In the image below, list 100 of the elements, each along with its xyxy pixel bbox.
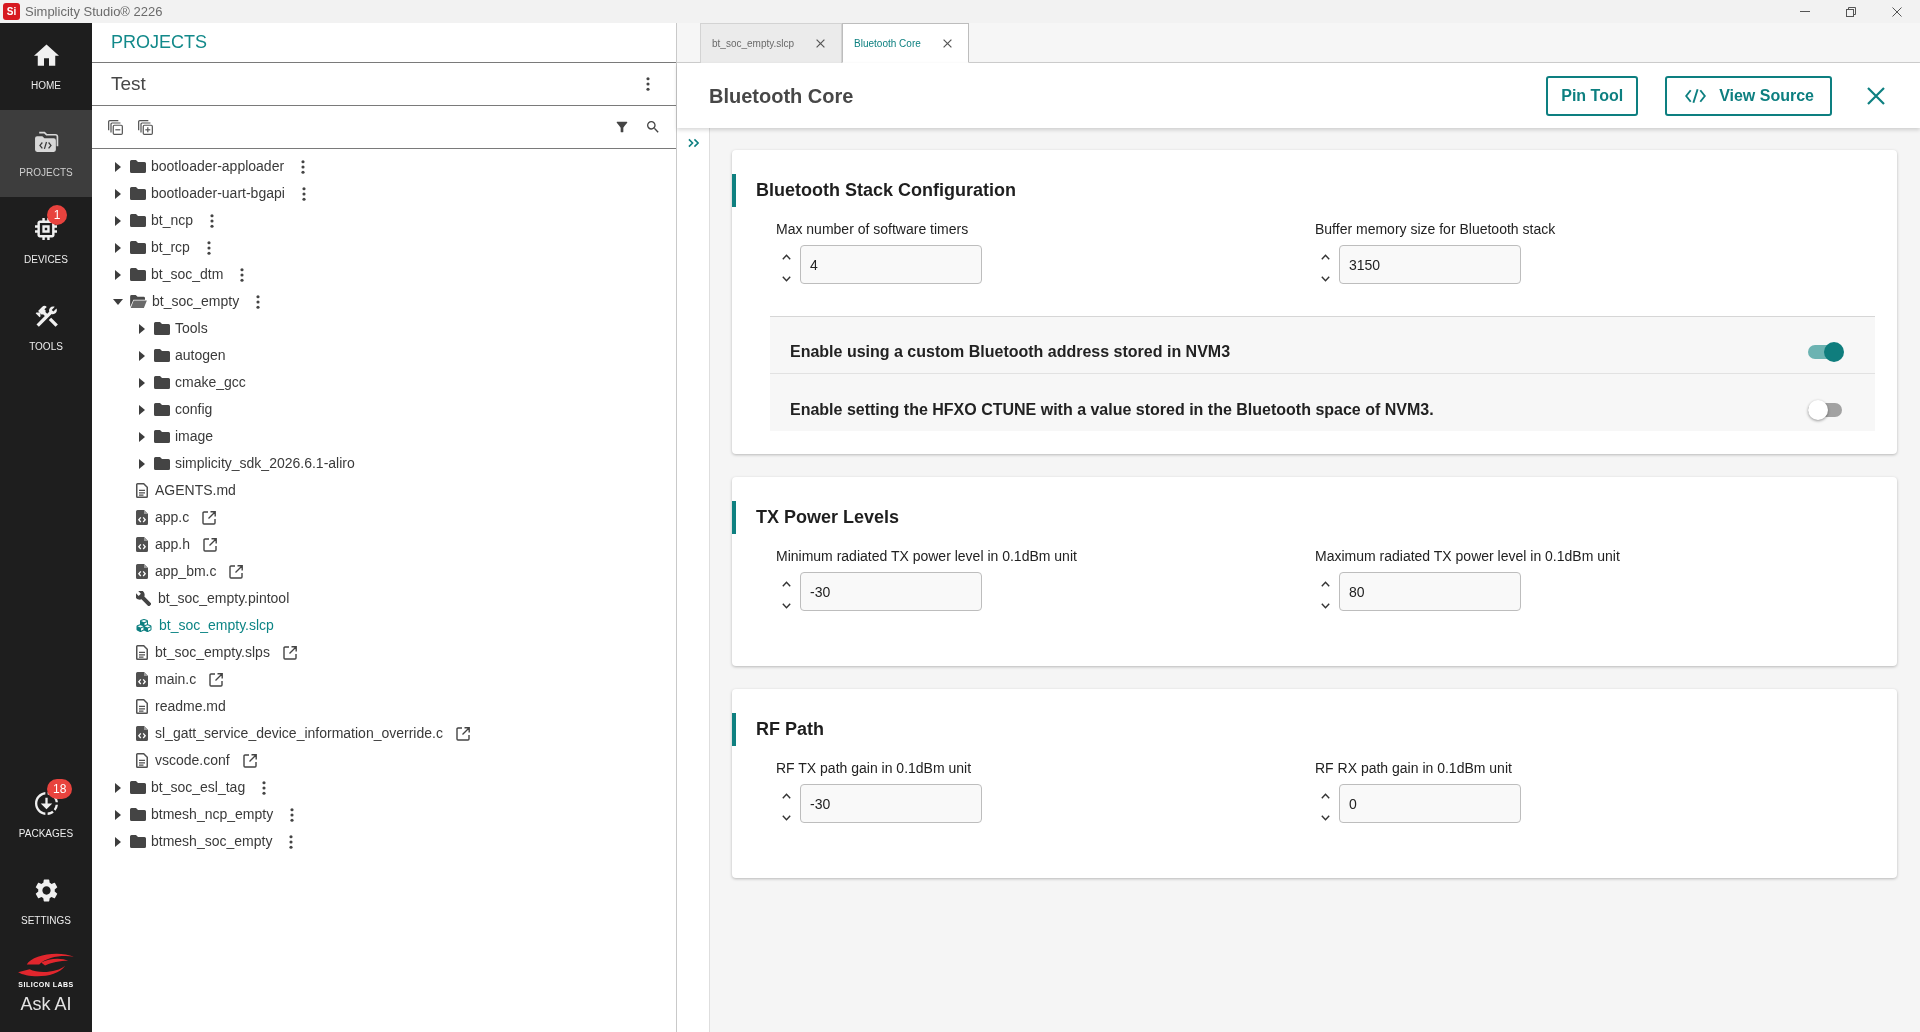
tree-item-label[interactable]: bt_soc_empty.slcp (159, 615, 274, 636)
caret-right-icon[interactable] (139, 431, 145, 442)
tree-item-label[interactable]: bt_ncp (151, 210, 194, 231)
double-chevron-right-icon[interactable] (687, 138, 699, 148)
external-link-icon[interactable] (455, 726, 470, 741)
number-field[interactable]: 0 (1339, 784, 1521, 823)
more-vertical-icon[interactable] (646, 77, 650, 91)
caret-right-icon[interactable] (115, 215, 121, 226)
caret-down-icon[interactable] (113, 298, 123, 305)
collapse-all-icon[interactable] (108, 119, 123, 135)
tree-item-label[interactable]: sl_gatt_service_device_information_override.c (155, 723, 443, 744)
tree-item-label[interactable]: app.h (155, 534, 191, 555)
more-vertical-icon[interactable] (262, 780, 267, 795)
caret-right-icon[interactable] (139, 350, 145, 361)
tree-item-label[interactable]: config (175, 399, 213, 420)
tree-item-label[interactable]: autogen (175, 345, 226, 366)
caret-right-icon[interactable] (139, 458, 145, 469)
decrement-button[interactable] (1321, 603, 1330, 609)
external-link-icon[interactable] (202, 510, 217, 525)
external-link-icon[interactable] (229, 564, 244, 579)
decrement-button[interactable] (1321, 276, 1330, 282)
decrement-button[interactable] (1321, 815, 1330, 821)
tree-item-label[interactable]: btmesh_ncp_empty (151, 804, 274, 825)
close-icon[interactable] (816, 39, 826, 48)
close-icon[interactable] (942, 38, 952, 48)
caret-right-icon[interactable] (115, 242, 121, 253)
home-icon (33, 44, 59, 66)
tree-item-label[interactable]: simplicity_sdk_2026.6.1-aliro (175, 453, 355, 474)
number-field[interactable]: 4 (800, 245, 982, 284)
more-vertical-icon[interactable] (301, 186, 306, 201)
more-vertical-icon[interactable] (289, 834, 294, 849)
tree-item-label[interactable]: Tools (175, 318, 208, 339)
tree-item-label[interactable]: cmake_gcc (175, 372, 246, 393)
tree-item-label[interactable]: app.c (155, 507, 190, 528)
caret-right-icon[interactable] (115, 836, 121, 847)
external-link-icon[interactable] (242, 753, 257, 768)
tree-item-label[interactable]: btmesh_soc_empty (151, 831, 273, 852)
caret-right-icon[interactable] (139, 323, 145, 334)
nav-item[interactable]: SETTINGS (0, 858, 92, 945)
view-source-button[interactable]: View Source (1665, 75, 1832, 116)
decrement-button[interactable] (782, 815, 791, 821)
decrement-button[interactable] (782, 276, 791, 282)
editor-tab[interactable]: Bluetooth Core (842, 23, 969, 63)
increment-button[interactable] (782, 254, 791, 260)
decrement-button[interactable] (782, 603, 791, 609)
tree-item-label[interactable]: readme.md (155, 696, 226, 717)
tree-item-label[interactable]: bt_soc_dtm (151, 264, 224, 285)
tree-item-label[interactable]: bt_rcp (151, 237, 190, 258)
nav-item[interactable]: TOOLS (0, 284, 92, 371)
more-vertical-icon[interactable] (256, 294, 261, 309)
editor-tab[interactable]: bt_soc_empty.slcp (700, 23, 843, 63)
increment-button[interactable] (1321, 793, 1330, 799)
increment-button[interactable] (782, 793, 791, 799)
caret-right-icon[interactable] (115, 188, 121, 199)
increment-button[interactable] (1321, 254, 1330, 260)
toggle-switch[interactable] (1808, 398, 1844, 421)
external-link-icon[interactable] (203, 537, 218, 552)
tree-item-label[interactable]: vscode.conf (155, 750, 230, 771)
tree-item-label[interactable]: bootloader-apploader (151, 156, 285, 177)
caret-right-icon[interactable] (115, 782, 121, 793)
tree-item-label[interactable]: image (175, 426, 214, 447)
caret-right-icon[interactable] (115, 161, 121, 172)
tree-item-label[interactable]: bt_soc_empty.pintool (158, 588, 290, 609)
tree-item-label[interactable]: bootloader-uart-bgapi (151, 183, 285, 204)
caret-right-icon[interactable] (115, 809, 121, 820)
nav-item[interactable]: PROJECTS (0, 110, 92, 197)
external-link-icon[interactable] (282, 645, 297, 660)
expand-all-icon[interactable] (138, 119, 153, 135)
tree-item-label[interactable]: AGENTS.md (155, 480, 236, 501)
number-field[interactable]: -30 (800, 784, 982, 823)
increment-button[interactable] (782, 581, 791, 587)
pin-tool-button[interactable]: Pin Tool (1546, 75, 1639, 116)
nav-item[interactable]: HOME (0, 23, 92, 110)
number-field[interactable]: -30 (800, 572, 982, 611)
search-icon[interactable] (647, 121, 659, 133)
number-field[interactable]: 80 (1339, 572, 1521, 611)
filter-icon[interactable] (616, 121, 628, 133)
ask-ai-button[interactable]: Ask AI (20, 993, 72, 1015)
tree-item-label[interactable]: bt_soc_empty.slps (155, 642, 270, 663)
tree-item-label[interactable]: main.c (155, 669, 197, 690)
toggle-switch[interactable] (1808, 341, 1844, 363)
number-field[interactable]: 3150 (1339, 245, 1521, 284)
tree-item-label[interactable]: app_bm.c (155, 561, 217, 582)
increment-button[interactable] (1321, 581, 1330, 587)
external-link-icon[interactable] (209, 672, 224, 687)
caret-right-icon[interactable] (139, 404, 145, 415)
app-logo: Si (3, 3, 20, 20)
tree-item-label[interactable]: bt_soc_esl_tag (151, 777, 246, 798)
more-vertical-icon[interactable] (206, 240, 211, 255)
more-vertical-icon[interactable] (240, 267, 245, 282)
code-icon (1685, 87, 1707, 104)
folder-icon (130, 268, 146, 281)
caret-right-icon[interactable] (139, 377, 145, 388)
close-button[interactable] (1867, 86, 1885, 105)
tree-item-label[interactable]: bt_soc_empty (152, 291, 240, 312)
more-vertical-icon[interactable] (210, 213, 215, 228)
more-vertical-icon[interactable] (301, 159, 306, 174)
more-vertical-icon[interactable] (290, 807, 295, 822)
caret-right-icon[interactable] (115, 269, 121, 280)
folder-icon (154, 376, 170, 389)
